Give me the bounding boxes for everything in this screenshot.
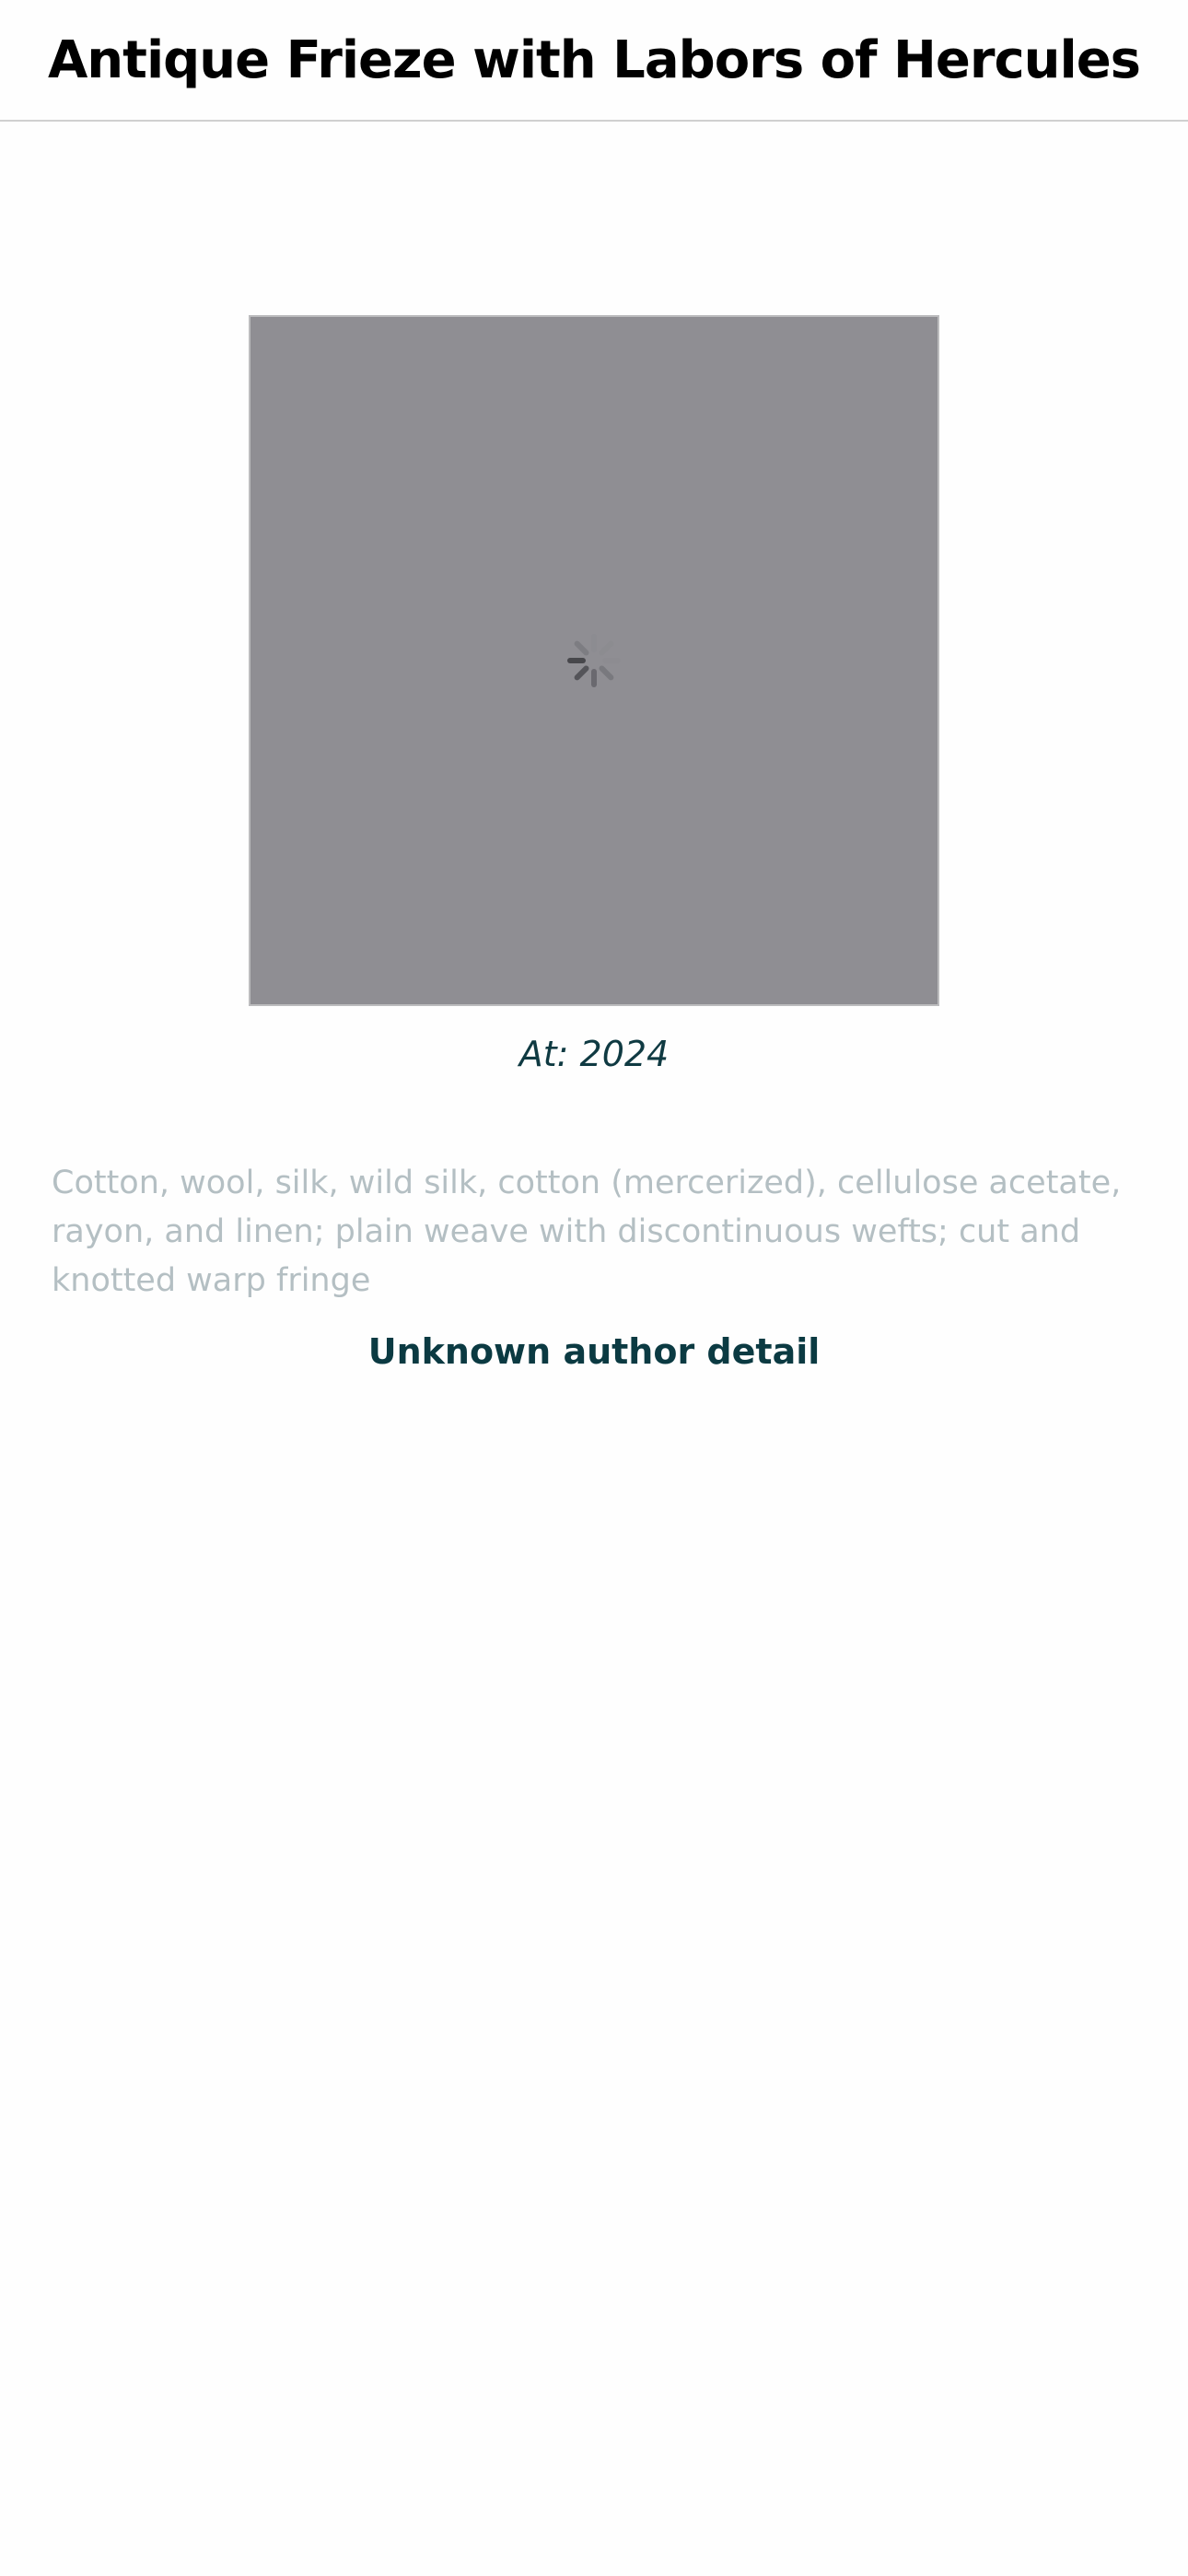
artwork-materials-description: Cotton, wool, silk, wild silk, cotton (m… [52,1165,1122,1299]
artwork-date-caption: At: 2024 [518,1034,670,1074]
page-title: Antique Frieze with Labors of Hercules [47,29,1141,90]
loading-spinner-icon [567,634,621,687]
page-header: Antique Frieze with Labors of Hercules [0,0,1188,122]
artwork-author: Unknown author detail [367,1331,821,1372]
artwork-image-placeholder [249,315,939,1006]
